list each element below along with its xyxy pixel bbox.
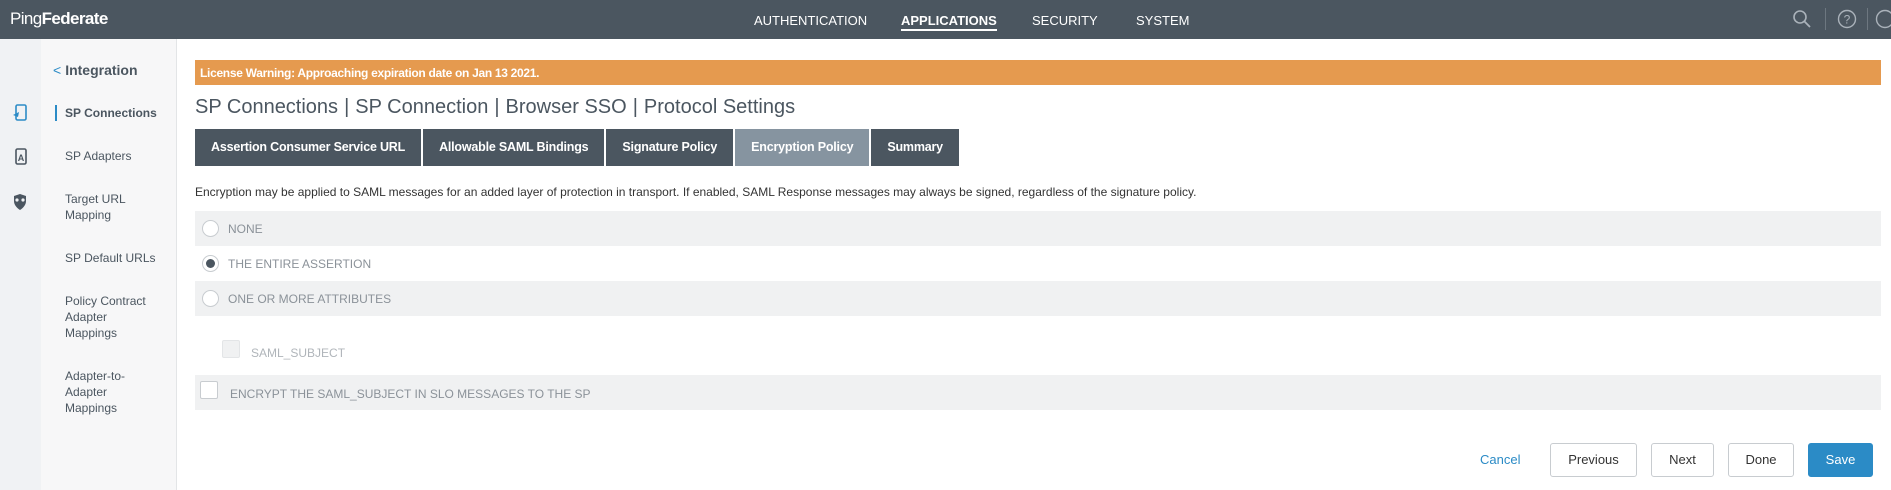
search-icon[interactable] [1792, 9, 1812, 29]
user-icon[interactable] [1875, 9, 1891, 29]
nav-system[interactable]: SYSTEM [1136, 13, 1189, 28]
breadcrumb-separator: | [632, 96, 638, 118]
radio-none[interactable] [202, 220, 219, 237]
save-button[interactable]: Save [1808, 443, 1873, 477]
svg-text:?: ? [1844, 13, 1851, 27]
radio-entire-assertion[interactable] [202, 255, 219, 272]
breadcrumb-separator: | [344, 96, 350, 118]
integration-subnav: < Integration SP Connections SP Adapters … [41, 39, 177, 490]
top-nav-bar: PingFederate AUTHENTICATION APPLICATIONS… [0, 0, 1891, 39]
breadcrumb-item: Browser SSO [505, 96, 627, 118]
nav-applications[interactable]: APPLICATIONS [901, 13, 997, 31]
token-exchange-icon[interactable] [10, 192, 30, 212]
icon-rail: A [0, 39, 41, 490]
nav-security[interactable]: SECURITY [1032, 13, 1098, 28]
nav-divider [1867, 8, 1868, 30]
logo-text-ping: Ping [10, 9, 42, 28]
done-button[interactable]: Done [1728, 443, 1794, 477]
nav-authentication[interactable]: AUTHENTICATION [754, 13, 867, 28]
radio-one-or-more-attributes[interactable] [202, 290, 219, 307]
slo-encrypt-row: ENCRYPT THE SAML_SUBJECT IN SLO MESSAGES… [195, 375, 1881, 410]
breadcrumb-item: Protocol Settings [643, 96, 796, 118]
encrypt-slo-label: ENCRYPT THE SAML_SUBJECT IN SLO MESSAGES… [230, 387, 591, 401]
subnav-item-sp-connections[interactable]: SP Connections [55, 105, 163, 121]
tab-assertion-consumer-service-url[interactable]: Assertion Consumer Service URL [195, 129, 422, 166]
cancel-button[interactable]: Cancel [1480, 452, 1520, 467]
option-label: ONE OR MORE ATTRIBUTES [228, 292, 392, 306]
tab-signature-policy[interactable]: Signature Policy [606, 129, 734, 166]
breadcrumb-item: SP Connections [195, 96, 339, 118]
subnav-item-policy-contract-adapter-mappings[interactable]: Policy Contract Adapter Mappings [65, 293, 161, 341]
help-icon[interactable]: ? [1837, 9, 1857, 29]
subnav-item-adapter-to-adapter-mappings[interactable]: Adapter-to-Adapter Mappings [65, 368, 145, 416]
subnav-title: Integration [65, 62, 138, 78]
tab-summary[interactable]: Summary [871, 129, 959, 166]
previous-button[interactable]: Previous [1550, 443, 1637, 477]
saml-subject-checkbox[interactable] [222, 340, 240, 358]
tab-allowable-saml-bindings[interactable]: Allowable SAML Bindings [423, 129, 605, 166]
license-warning-banner: License Warning: Approaching expiration … [195, 60, 1881, 85]
breadcrumb-item: SP Connection [355, 96, 489, 118]
subnav-item-target-url-mapping[interactable]: Target URL Mapping [65, 191, 173, 223]
applications-icon[interactable] [10, 103, 30, 123]
breadcrumb: SP Connections | SP Connection | Browser SSO… [195, 96, 795, 119]
option-row-entire-assertion[interactable]: THE ENTIRE ASSERTION [195, 246, 1881, 281]
svg-text:A: A [18, 153, 25, 163]
encrypt-slo-checkbox[interactable] [200, 381, 218, 399]
breadcrumb-separator: | [494, 96, 500, 118]
nav-divider [1825, 8, 1826, 30]
logo-text-federate: Federate [41, 9, 109, 28]
chevron-left-icon: < [53, 62, 62, 78]
option-row-none[interactable]: NONE [195, 211, 1881, 246]
option-row-attributes[interactable]: ONE OR MORE ATTRIBUTES [195, 281, 1881, 316]
next-button[interactable]: Next [1651, 443, 1714, 477]
pingfederate-logo[interactable]: PingFederate [10, 9, 108, 29]
saml-subject-label: SAML_SUBJECT [251, 346, 346, 360]
subnav-item-sp-default-urls[interactable]: SP Default URLs [65, 250, 173, 266]
wizard-tabs: Assertion Consumer Service URL Allowable… [195, 129, 961, 166]
tab-encryption-policy[interactable]: Encryption Policy [735, 129, 870, 166]
encryption-description: Encryption may be applied to SAML messag… [195, 185, 1197, 199]
subnav-item-sp-adapters[interactable]: SP Adapters [65, 148, 173, 164]
back-to-integration[interactable]: < Integration [53, 62, 138, 78]
option-label: NONE [228, 222, 263, 236]
option-label: THE ENTIRE ASSERTION [228, 257, 372, 271]
oauth-icon[interactable]: A [10, 147, 30, 167]
